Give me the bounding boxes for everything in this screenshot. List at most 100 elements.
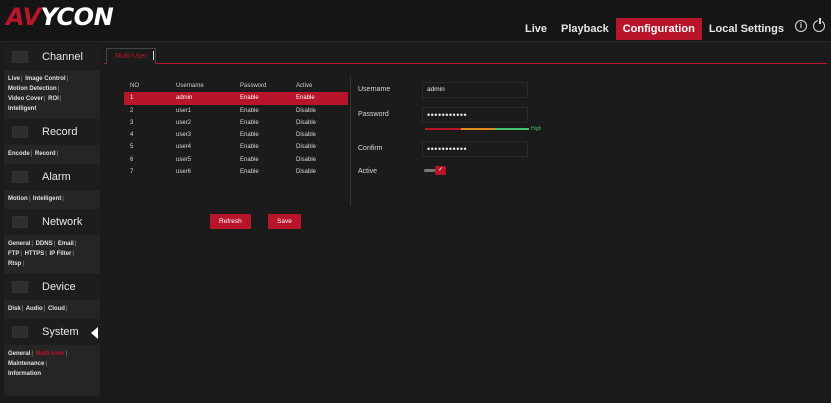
header-no: NO: [130, 83, 139, 89]
link-cloud[interactable]: Cloud: [48, 306, 65, 312]
link-live[interactable]: Live: [8, 76, 20, 82]
power-icon[interactable]: [813, 18, 825, 32]
record-icon: [12, 126, 28, 138]
sidebar-section-record[interactable]: Record: [4, 119, 100, 145]
cell-no: 4: [130, 132, 134, 139]
header-password: Password: [240, 83, 267, 89]
link-email[interactable]: Email: [58, 241, 74, 247]
sidebar-links-system: General| Multi-User| Maintenance| Inform…: [8, 351, 68, 377]
channel-icon: [12, 51, 28, 63]
link-maintenance[interactable]: Maintenance: [8, 361, 44, 367]
sidebar: Channel Live| Image Control| Motion Dete…: [4, 44, 100, 396]
link-https[interactable]: HTTPS: [25, 251, 45, 257]
sidebar-section-device[interactable]: Device: [4, 274, 100, 300]
save-button[interactable]: Save: [268, 214, 301, 229]
link-audio[interactable]: Audio: [26, 306, 43, 312]
sidebar-links-channel: Live| Image Control| Motion Detection| V…: [8, 76, 69, 112]
sidebar-section-title: Alarm: [42, 171, 71, 183]
sidebar-section-system[interactable]: System: [4, 319, 100, 345]
password-strength-bar: [425, 128, 529, 130]
cell-no: 7: [130, 169, 134, 176]
sidebar-section-network[interactable]: Network: [4, 209, 100, 235]
sidebar-links-device: Disk| Audio| Cloud|: [8, 306, 68, 312]
main-panel: Multi-User NO Username Password Active 1…: [104, 44, 827, 399]
link-information[interactable]: Information: [8, 371, 41, 377]
table-row[interactable]: 3 user2 Enable Disable: [124, 117, 348, 129]
link-motion[interactable]: Motion: [8, 196, 28, 202]
nav-playback[interactable]: Playback: [554, 18, 616, 40]
active-section-arrow-icon: [91, 327, 98, 339]
sidebar-section-channel[interactable]: Channel: [4, 44, 100, 70]
link-video-cover[interactable]: Video Cover: [8, 96, 43, 102]
sidebar-section-title: Network: [42, 216, 83, 228]
system-icon: [12, 326, 28, 338]
link-roi[interactable]: ROI: [48, 96, 59, 102]
cell-username: user1: [176, 107, 192, 114]
cell-username: user3: [176, 132, 192, 139]
table-row[interactable]: 7 user6 Enable Disable: [124, 166, 348, 178]
check-icon: ✓: [435, 166, 446, 175]
nav-local-settings[interactable]: Local Settings: [702, 18, 791, 40]
link-general[interactable]: General: [8, 241, 30, 247]
cell-password: Enable: [240, 107, 259, 114]
top-bar: AVYCON Live Playback Configuration Local…: [0, 0, 831, 42]
table-divider: [350, 76, 351, 206]
link-rtsp[interactable]: Rtsp: [8, 261, 21, 267]
link-encode[interactable]: Encode: [8, 151, 30, 157]
nav-configuration[interactable]: Configuration: [615, 18, 702, 40]
table-row[interactable]: 1 admin Enable Enable: [124, 92, 348, 105]
alarm-icon: [12, 171, 28, 183]
link-image-control[interactable]: Image Control: [25, 76, 65, 82]
header-active: Active: [296, 83, 313, 89]
link-multi-user[interactable]: Multi-User: [36, 351, 65, 357]
active-toggle[interactable]: ✓: [424, 166, 448, 175]
password-field[interactable]: •••••••••••: [422, 107, 528, 123]
cell-password: Enable: [240, 156, 259, 163]
link-motion-detection[interactable]: Motion Detection: [8, 86, 57, 92]
cell-no: 2: [130, 107, 134, 114]
link-ip-filter[interactable]: IP Filter: [49, 251, 71, 257]
cell-password: Enable: [240, 95, 259, 102]
tab-divider: [153, 51, 154, 60]
username-label: Username: [358, 86, 391, 93]
tab-multi-user[interactable]: Multi-User: [106, 48, 156, 64]
cell-no: 1: [130, 95, 134, 102]
sidebar-links-network: General| DDNS| Email| FTP| HTTPS| IP Fil…: [8, 241, 77, 267]
cell-no: 5: [130, 144, 134, 151]
sidebar-section-title: Channel: [42, 51, 83, 63]
link-ddns[interactable]: DDNS: [36, 241, 53, 247]
table-row[interactable]: 5 user4 Enable Disable: [124, 141, 348, 153]
sidebar-links-record: Encode| Record|: [8, 151, 59, 157]
table-header: NO Username Password Active: [124, 80, 348, 92]
active-label: Active: [358, 168, 378, 175]
link-disk[interactable]: Disk: [8, 306, 21, 312]
nav-live[interactable]: Live: [518, 18, 554, 40]
confirm-password-field[interactable]: •••••••••••: [422, 141, 528, 157]
username-field[interactable]: admin: [422, 82, 528, 98]
link-alarm-intelligent[interactable]: Intelligent: [33, 196, 61, 202]
info-icon[interactable]: i: [795, 20, 807, 32]
cell-no: 3: [130, 119, 134, 126]
header-username: Username: [176, 83, 204, 89]
cell-username: user6: [176, 169, 192, 176]
link-ftp[interactable]: FTP: [8, 251, 19, 257]
device-icon: [12, 281, 28, 293]
cell-password: Enable: [240, 132, 259, 139]
sidebar-section-title: System: [42, 326, 79, 338]
cell-password: Enable: [240, 169, 259, 176]
table-row[interactable]: 6 user5 Enable Disable: [124, 154, 348, 166]
sidebar-section-alarm[interactable]: Alarm: [4, 164, 100, 190]
link-record[interactable]: Record: [35, 151, 56, 157]
table-row[interactable]: 2 user1 Enable Disable: [124, 105, 348, 117]
link-system-general[interactable]: General: [8, 351, 30, 357]
cell-password: Enable: [240, 144, 259, 151]
cell-username: user5: [176, 156, 192, 163]
link-intelligent[interactable]: Intelligent: [8, 106, 36, 112]
top-icons: i: [795, 18, 825, 32]
cell-active: Enable: [296, 95, 315, 102]
table-row[interactable]: 4 user3 Enable Disable: [124, 129, 348, 141]
cell-active: Disable: [296, 119, 317, 126]
cell-active: Disable: [296, 107, 317, 114]
refresh-button[interactable]: Refresh: [210, 214, 251, 229]
cell-username: admin: [176, 95, 193, 102]
